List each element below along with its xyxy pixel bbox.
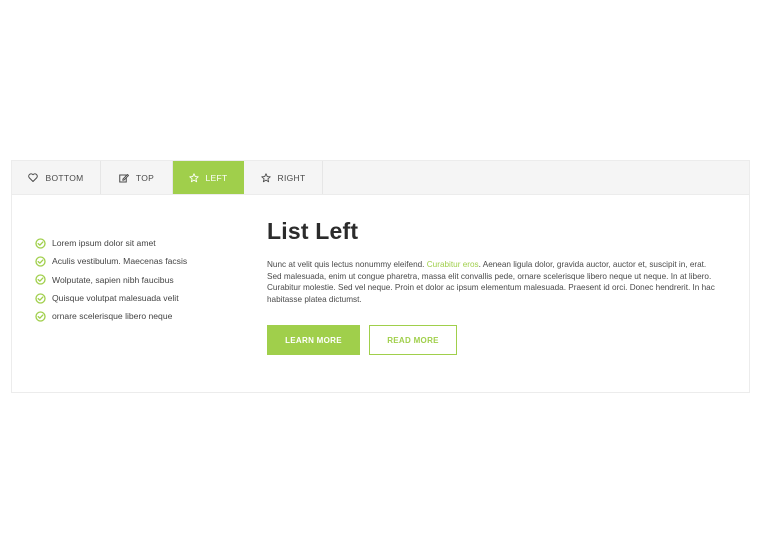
list-item: Aculis vestibulum. Maecenas facsis xyxy=(35,252,187,270)
tab-top[interactable]: TOP xyxy=(101,161,173,194)
list-item-text: Wolputate, sapien nibh faucibus xyxy=(52,274,174,285)
tab-right[interactable]: RIGHT xyxy=(244,161,323,194)
tab-content: Lorem ipsum dolor sit amet Aculis vestib… xyxy=(12,195,749,394)
highlight-link[interactable]: Curabitur eros xyxy=(427,260,479,269)
panel-paragraph: Nunc at velit quis lectus nonummy eleife… xyxy=(267,259,722,305)
read-more-button[interactable]: READ MORE xyxy=(369,325,457,356)
button-group: LEARN MORE READ MORE xyxy=(267,325,722,356)
tab-left-label: LEFT xyxy=(205,172,228,183)
panel-title: List Left xyxy=(267,218,359,244)
tab-right-label: RIGHT xyxy=(277,172,306,183)
heart-icon xyxy=(28,173,39,182)
list-item: ornare scelerisque libero neque xyxy=(35,307,187,325)
check-circle-icon xyxy=(35,311,46,322)
list-item-text: Aculis vestibulum. Maecenas facsis xyxy=(52,256,188,267)
tab-bottom-label: BOTTOM xyxy=(45,172,84,183)
edit-icon xyxy=(119,173,129,182)
star-icon xyxy=(188,172,199,182)
check-circle-icon xyxy=(35,292,46,304)
tab-bottom[interactable]: BOTTOM xyxy=(12,161,101,194)
list-item-text: ornare scelerisque libero neque xyxy=(52,311,173,322)
check-circle-icon xyxy=(35,256,46,267)
list-item-text: Lorem ipsum dolor sit amet xyxy=(52,238,156,249)
learn-more-button[interactable]: LEARN MORE xyxy=(267,325,360,356)
tabs-widget: BOTTOM TOP LEFT RIGHT Lorem ipsum dolor … xyxy=(11,160,750,393)
check-circle-icon xyxy=(35,237,46,249)
paragraph-text-start: Nunc at velit quis lectus nonummy eleife… xyxy=(267,260,427,269)
check-circle-icon xyxy=(35,274,46,285)
list-item: Quisque volutpat malesuada velit xyxy=(35,289,187,307)
feature-list: Lorem ipsum dolor sit amet Aculis vestib… xyxy=(35,234,187,325)
list-item: Wolputate, sapien nibh faucibus xyxy=(35,271,187,289)
tab-top-label: TOP xyxy=(135,172,155,183)
content-panel: List Left Nunc at velit quis lectus nonu… xyxy=(267,217,722,356)
star-icon xyxy=(260,172,271,182)
list-item: Lorem ipsum dolor sit amet xyxy=(35,234,187,252)
tab-left[interactable]: LEFT xyxy=(173,161,244,194)
list-item-text: Quisque volutpat malesuada velit xyxy=(52,293,179,304)
tab-bar: BOTTOM TOP LEFT RIGHT xyxy=(12,161,749,195)
